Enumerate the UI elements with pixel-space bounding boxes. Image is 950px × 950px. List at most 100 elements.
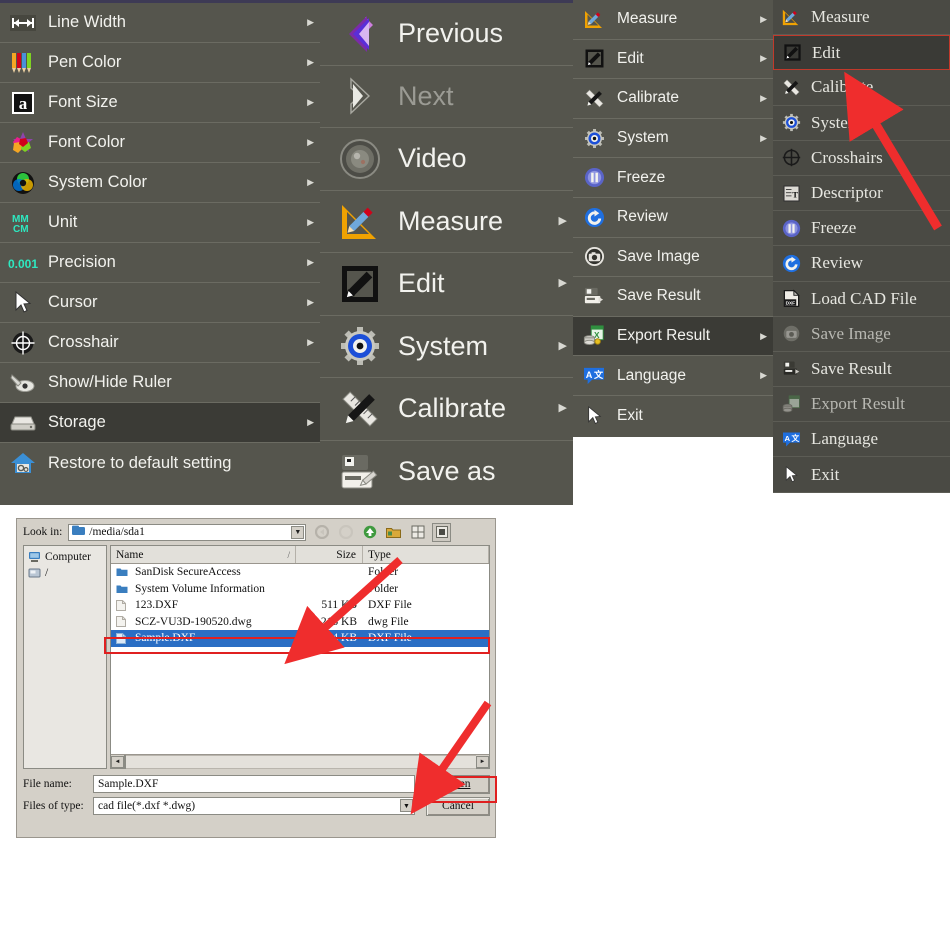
file-row[interactable]: System Volume Information Folder: [111, 581, 489, 598]
menu-item-system[interactable]: System: [773, 106, 950, 141]
column-header-name[interactable]: Name /: [111, 546, 296, 563]
menu-item-measure[interactable]: Measure: [773, 0, 950, 36]
menu-item-cursor[interactable]: Cursor ▶: [0, 283, 320, 323]
menu-item-font-size[interactable]: a Font Size ▶: [0, 83, 320, 123]
menu-item-line-width[interactable]: Line Width ▶: [0, 3, 320, 43]
menu-item-measure[interactable]: Measure ▶: [573, 0, 773, 40]
menu-item-load-cad-file[interactable]: DXF Load CAD File: [773, 282, 950, 317]
menu-item-label: Export Result: [811, 394, 905, 414]
menu-item-calibrate[interactable]: Calibrate ▶: [320, 378, 573, 441]
menu-item-review[interactable]: Review ▶: [573, 198, 773, 238]
menu-item-crosshair[interactable]: Crosshair ▶: [0, 323, 320, 363]
column-header-size[interactable]: Size: [296, 546, 363, 563]
chevron-right-icon: ▶: [307, 17, 314, 27]
menu-item-save-as[interactable]: Save as ▶: [320, 441, 573, 504]
menu-item-label: Freeze: [811, 218, 857, 238]
look-in-combobox[interactable]: /media/sda1 ▼: [68, 523, 307, 541]
menu-item-freeze[interactable]: Freeze: [773, 211, 950, 247]
menu-item-unit[interactable]: MM CM Unit ▶: [0, 203, 320, 243]
menu-item-label: Load CAD File: [811, 288, 917, 308]
menu-item-precision[interactable]: 0.001 Precision ▶: [0, 243, 320, 283]
svg-text:T: T: [792, 189, 798, 199]
column-header-type[interactable]: Type: [363, 546, 489, 563]
menu-item-edit[interactable]: Edit: [773, 35, 950, 71]
file-list-rows: SanDisk SecureAccess Folder System Volum…: [111, 564, 489, 754]
menu-item-label: Crosshairs: [811, 147, 883, 167]
menu-item-system-color[interactable]: System Color ▶: [0, 163, 320, 203]
menu-item-calibrate[interactable]: Calibrate ▶: [573, 79, 773, 119]
menu-item-storage[interactable]: Storage ▶: [0, 403, 320, 443]
menu-item-descriptor[interactable]: T Descriptor: [773, 176, 950, 212]
settings-menu-panel: Line Width ▶ Pen Color ▶ a Font Size ▶ F…: [0, 0, 320, 505]
menu-item-previous[interactable]: Previous ▶: [320, 3, 573, 66]
menu-item-edit[interactable]: Edit ▶: [573, 40, 773, 80]
menu-item-label: System Color: [48, 173, 148, 191]
scrollbar-track[interactable]: [124, 754, 476, 769]
menu-item-language[interactable]: A 文 Language: [773, 422, 950, 458]
parent-directory-button[interactable]: [360, 523, 379, 542]
menu-item-system[interactable]: System ▶: [573, 119, 773, 159]
file-name-input[interactable]: Sample.DXF: [93, 775, 415, 793]
menu-item-calibrate[interactable]: Calibrate: [773, 70, 950, 106]
menu-item-label: Next: [398, 80, 454, 111]
menu-item-save-result[interactable]: Save Result: [773, 352, 950, 388]
file-row[interactable]: 123.DXF 511 KB DXF File: [111, 597, 489, 614]
sidebar-item-root[interactable]: /: [26, 565, 104, 581]
menu-item-edit[interactable]: Edit ▶: [320, 253, 573, 316]
sidebar-item-computer[interactable]: Computer: [26, 549, 104, 565]
detail-view-button[interactable]: [432, 522, 452, 542]
menu-item-label: System: [398, 330, 489, 361]
open-button[interactable]: Open: [426, 774, 490, 794]
chevron-right-icon: ▶: [558, 214, 567, 227]
menu-item-export-result[interactable]: Export Result: [773, 387, 950, 423]
cancel-button[interactable]: Cancel: [426, 796, 490, 816]
chevron-down-icon[interactable]: ▼: [291, 525, 305, 539]
menu-item-export-result[interactable]: X Export Result ▶: [573, 316, 773, 357]
forward-button[interactable]: [336, 523, 355, 542]
menu-item-freeze[interactable]: Freeze ▶: [573, 158, 773, 198]
system-icon: [581, 126, 607, 150]
scrollbar-thumb[interactable]: [124, 754, 126, 769]
menu-item-save-image[interactable]: Save Image: [773, 317, 950, 352]
unit-icon: MM CM: [8, 210, 38, 236]
file-type: Folder: [368, 582, 399, 595]
dialog-footer: File name: Sample.DXF Open Files of type…: [23, 773, 490, 817]
scroll-right-button[interactable]: ►: [476, 755, 489, 768]
compact-menu-panel: Measure ▶ Edit ▶ Calibrate ▶ System ▶ Fr…: [573, 0, 773, 437]
video-icon: [336, 135, 384, 183]
menu-item-show-hide-ruler[interactable]: Show/Hide Ruler ▶: [0, 363, 320, 403]
menu-item-exit[interactable]: Exit ▶: [573, 396, 773, 436]
svg-text:CM: CM: [13, 224, 29, 235]
back-button[interactable]: [312, 523, 331, 542]
look-in-value: /media/sda1: [89, 526, 145, 538]
menu-item-pen-color[interactable]: Pen Color ▶: [0, 43, 320, 83]
menu-item-review[interactable]: Review: [773, 246, 950, 282]
menu-item-video[interactable]: Video ▶: [320, 128, 573, 191]
file-name: SCZ-VU3D-190520.dwg: [135, 615, 252, 628]
menu-item-exit[interactable]: Exit: [773, 457, 950, 493]
scroll-left-button[interactable]: ◄: [111, 755, 124, 768]
menu-item-language[interactable]: A 文 Language ▶: [573, 356, 773, 396]
crosshair-icon: [8, 330, 38, 356]
chevron-right-icon: ▶: [307, 57, 314, 67]
menu-item-system[interactable]: System ▶: [320, 316, 573, 378]
menu-item-label: Calibrate: [617, 89, 680, 107]
menu-item-next[interactable]: Next ▶: [320, 66, 573, 128]
files-of-type-combobox[interactable]: cad file(*.dxf *.dwg) ▼: [93, 797, 415, 815]
menu-item-font-color[interactable]: Font Color ▶: [0, 123, 320, 163]
menu-item-restore-to-default-setting[interactable]: Restore to default setting ▶: [0, 443, 320, 483]
storage-icon: [8, 410, 38, 436]
menu-item-save-image[interactable]: Save Image ▶: [573, 238, 773, 278]
svg-text:A: A: [784, 434, 790, 443]
menu-item-crosshairs[interactable]: Crosshairs: [773, 141, 950, 176]
menu-item-measure[interactable]: Measure ▶: [320, 191, 573, 253]
list-view-button[interactable]: [408, 523, 427, 542]
chevron-down-icon[interactable]: ▼: [400, 799, 413, 812]
horizontal-scrollbar[interactable]: ◄ ►: [111, 754, 489, 769]
file-row[interactable]: SanDisk SecureAccess Folder: [111, 564, 489, 581]
file-row-selected[interactable]: Sample.DXF 204 KB DXF File: [111, 630, 489, 647]
new-folder-button[interactable]: [384, 523, 403, 542]
menu-item-label: Freeze: [617, 168, 666, 186]
file-row[interactable]: SCZ-VU3D-190520.dwg 213 KB dwg File: [111, 614, 489, 631]
menu-item-save-result[interactable]: Save Result ▶: [573, 277, 773, 317]
